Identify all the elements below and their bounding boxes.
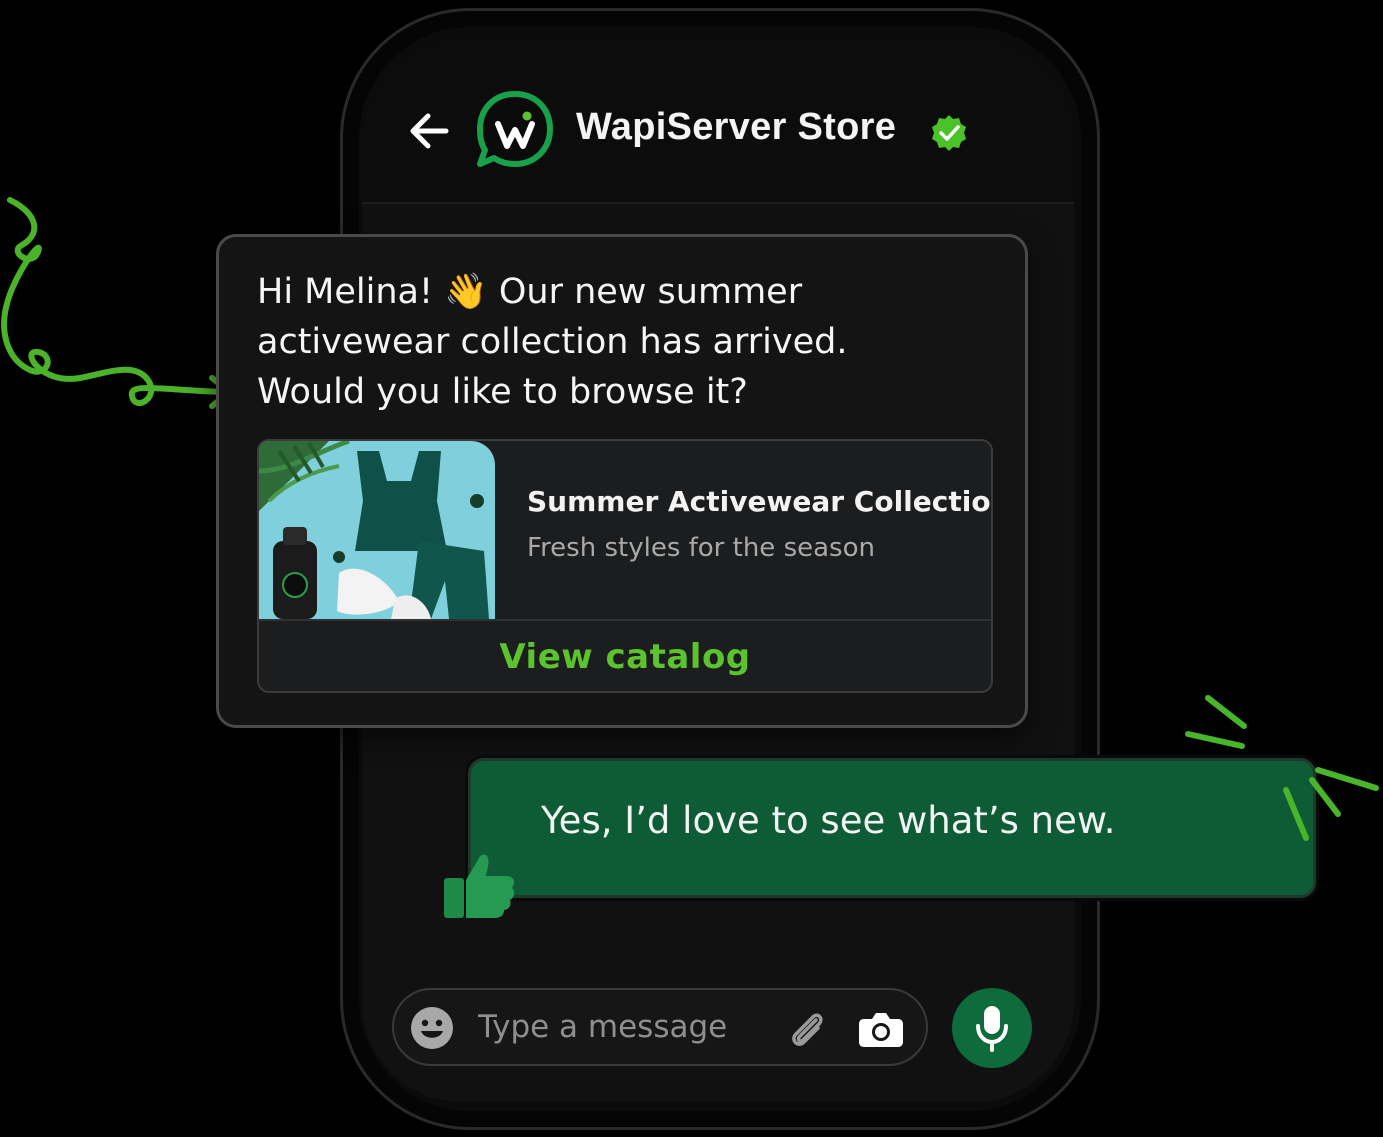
outgoing-message-bubble: Yes, I’d love to see what’s new. xyxy=(468,758,1316,898)
emoji-icon[interactable] xyxy=(410,1006,454,1050)
verified-check-icon xyxy=(932,115,966,151)
paperclip-icon[interactable] xyxy=(786,1008,828,1050)
view-catalog-button[interactable]: View catalog xyxy=(259,621,991,691)
message-composer xyxy=(392,988,928,1066)
camera-icon[interactable] xyxy=(858,1010,904,1048)
curly-arrow-icon xyxy=(1,197,233,409)
microphone-button[interactable] xyxy=(952,988,1032,1068)
outgoing-message-text: Yes, I’d love to see what’s new. xyxy=(541,799,1116,842)
store-name: WapiServer Store xyxy=(576,106,897,148)
incoming-message-text: Hi Melina! 👋 Our new summer activewear c… xyxy=(257,272,848,412)
catalog-thumbnail-image xyxy=(259,441,495,619)
thumbs-up-icon xyxy=(444,854,515,918)
catalog-card[interactable]: Summer Activewear Collection Fresh style… xyxy=(257,439,993,693)
message-input[interactable] xyxy=(478,1002,768,1052)
chat-header: WapiServer Store xyxy=(362,40,1074,204)
accent-burst-icon xyxy=(1185,695,1247,749)
catalog-title: Summer Activewear Collection xyxy=(527,485,993,518)
wapiserver-logo-icon xyxy=(477,91,553,167)
arrow-left-icon[interactable] xyxy=(404,106,454,156)
catalog-subtitle: Fresh styles for the season xyxy=(527,533,875,563)
microphone-icon xyxy=(976,1006,1008,1052)
incoming-message-bubble: Hi Melina! 👋 Our new summer activewear c… xyxy=(216,234,1028,728)
accent-burst-icon xyxy=(1283,767,1379,841)
